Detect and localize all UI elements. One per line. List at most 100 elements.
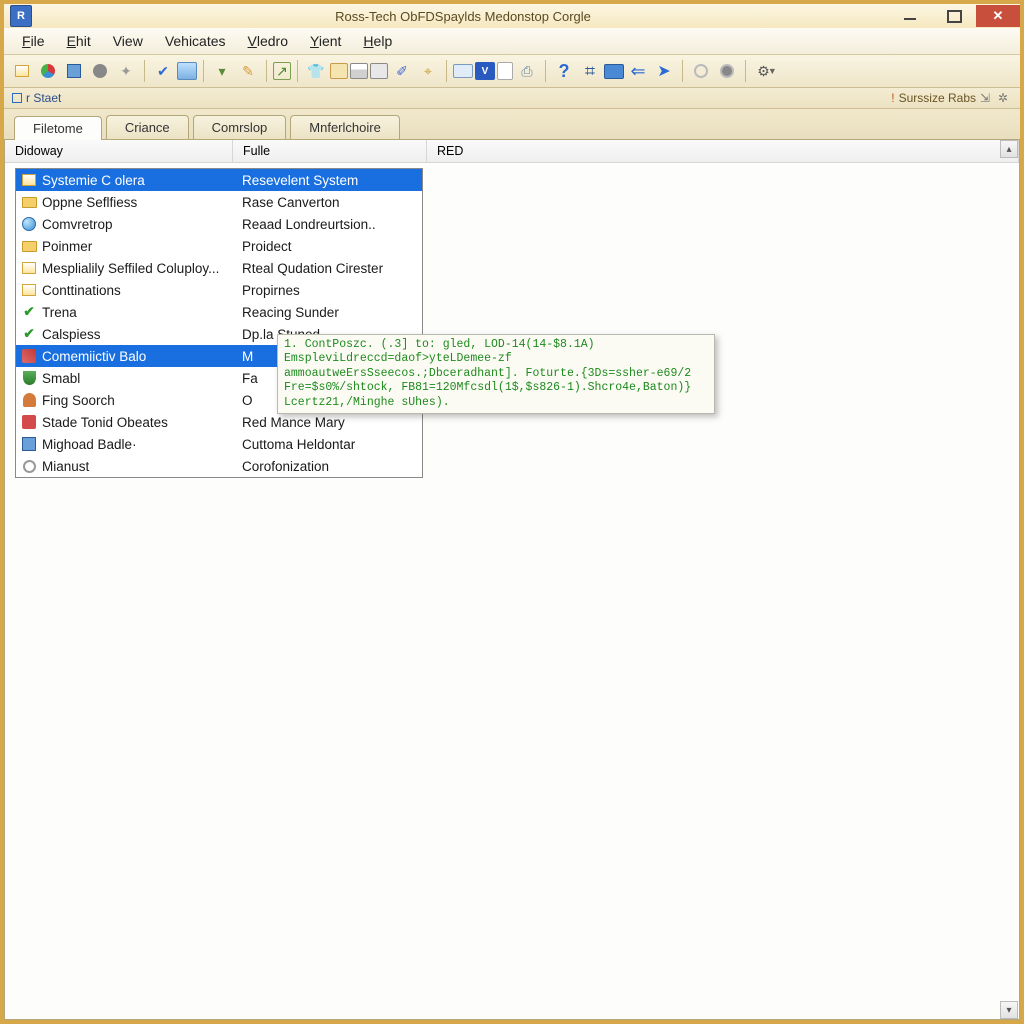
column-header-3[interactable]: RED xyxy=(427,140,1019,162)
list-item[interactable]: Systemie C oleraResevelent System xyxy=(16,169,422,191)
menu-file[interactable]: File xyxy=(12,31,55,51)
list-item-col1: Fing Soorch xyxy=(42,393,242,408)
menu-vehicates[interactable]: Vehicates xyxy=(155,31,236,51)
menu-yient[interactable]: Yient xyxy=(300,31,351,51)
shirt-icon[interactable]: 👕 xyxy=(304,59,328,83)
list-item[interactable]: Stade Tonid ObeatesRed Mance Mary xyxy=(16,411,422,433)
ring-icon xyxy=(20,458,38,474)
list-item-col1: Calspiess xyxy=(42,327,242,342)
list-item[interactable]: ✔TrenaReacing Sunder xyxy=(16,301,422,323)
record-off-icon[interactable] xyxy=(689,59,713,83)
goto-icon[interactable]: ↗ xyxy=(273,62,291,80)
column-header-1[interactable]: Didoway xyxy=(5,140,233,162)
menu-help[interactable]: Help xyxy=(353,31,402,51)
question-icon[interactable]: ? xyxy=(552,59,576,83)
edit-icon[interactable]: ✐ xyxy=(390,59,414,83)
tab-filetome[interactable]: Filetome xyxy=(14,116,102,140)
list-item-col1: Oppne Seflfiess xyxy=(42,195,242,210)
item-list: Systemie C oleraResevelent SystemOppne S… xyxy=(15,168,423,478)
panel-icon[interactable] xyxy=(370,63,388,79)
menu-edit[interactable]: Ehit xyxy=(57,31,101,51)
monitor-icon[interactable] xyxy=(604,64,624,79)
list-item-col2: Reaad Londreurtsion.. xyxy=(242,217,422,232)
card-icon[interactable] xyxy=(453,64,473,78)
export-icon[interactable]: ⎙ xyxy=(515,59,539,83)
minimize-button[interactable] xyxy=(888,5,932,27)
list-item-col2: Cuttoma Heldontar xyxy=(242,437,422,452)
collapse-icon[interactable]: ⇲ xyxy=(980,91,994,105)
list-item-col2: Reacing Sunder xyxy=(242,305,422,320)
list-item-col1: Smabl xyxy=(42,371,242,386)
tab-comrslop[interactable]: Comrslop xyxy=(193,115,287,139)
list-item-col1: Stade Tonid Obeates xyxy=(42,415,242,430)
page-icon xyxy=(20,260,38,276)
list-item[interactable]: Mighoad Badle·Cuttoma Heldontar xyxy=(16,433,422,455)
list-item-col1: Trena xyxy=(42,305,242,320)
toolbar: ✦ ✔ ▾ ✎ ↗ 👕 ✐ ⌖ V ⎙ ? ⌗ ⇐ ➤ ⚙▼ xyxy=(4,55,1020,88)
menu-view[interactable]: View xyxy=(103,31,153,51)
window-titlebar: R Ross-Tech ObFDSpaylds Medonstop Corgle xyxy=(4,4,1020,28)
puzzle-icon xyxy=(20,414,38,430)
list-item-col1: Comvretrop xyxy=(42,217,242,232)
app-icon: R xyxy=(10,5,32,27)
list-item[interactable]: ConttinationsPropirnes xyxy=(16,279,422,301)
tab-mnferlchoire[interactable]: Mnferlchoire xyxy=(290,115,400,139)
window-controls xyxy=(888,5,1020,27)
sub-status-bar: r Staet ! Surssize Rabs ⇲ ✲ xyxy=(4,88,1020,109)
list-item[interactable]: Mesplialily Seffiled Coluploy...Rteal Qu… xyxy=(16,257,422,279)
list-item-col1: Conttinations xyxy=(42,283,242,298)
list-item-col2: Rteal Qudation Cirester xyxy=(242,261,422,276)
check-icon[interactable]: ✔ xyxy=(151,59,175,83)
maximize-button[interactable] xyxy=(932,5,976,27)
folder-icon xyxy=(20,194,38,210)
column-headers: Didoway Fulle RED xyxy=(5,140,1019,163)
send-icon[interactable]: ➤ xyxy=(652,59,676,83)
plugin-icon[interactable]: ✦ xyxy=(114,59,138,83)
calendar-icon[interactable] xyxy=(350,63,368,79)
vcds-icon[interactable]: V xyxy=(475,62,495,80)
arrow-left-icon[interactable]: ⇐ xyxy=(626,59,650,83)
chip-icon[interactable] xyxy=(62,59,86,83)
scroll-down-button[interactable]: ▾ xyxy=(1000,1001,1018,1019)
doc-icon[interactable] xyxy=(497,62,513,80)
filter-icon[interactable]: ▾ xyxy=(210,59,234,83)
menu-file-label: ile xyxy=(31,33,45,49)
list-item[interactable]: MianustCorofonization xyxy=(16,455,422,477)
toolbar-separator xyxy=(144,60,145,82)
list-item-col1: Mianust xyxy=(42,459,242,474)
list-item[interactable]: PoinmerProidect xyxy=(16,235,422,257)
list-item-col1: Poinmer xyxy=(42,239,242,254)
scroll-up-button[interactable]: ▴ xyxy=(1000,140,1018,158)
list-item[interactable]: ComvretropReaad Londreurtsion.. xyxy=(16,213,422,235)
column-header-2[interactable]: Fulle xyxy=(233,140,427,162)
record-on-icon[interactable] xyxy=(715,59,739,83)
chip-icon xyxy=(20,436,38,452)
pie-chart-icon[interactable] xyxy=(36,59,60,83)
pencil-icon[interactable]: ✎ xyxy=(236,59,260,83)
list-item[interactable]: Oppne SeflfiessRase Canverton xyxy=(16,191,422,213)
globe-icon xyxy=(20,216,38,232)
gear-wheel-icon[interactable] xyxy=(88,59,112,83)
new-doc-icon[interactable] xyxy=(10,59,34,83)
tab-strip: Filetome Criance Comrslop Mnferlchoire xyxy=(4,109,1020,140)
list-item-col2: Rase Canverton xyxy=(242,195,422,210)
compass-icon[interactable]: ⌖ xyxy=(416,59,440,83)
settings-dropdown-icon[interactable]: ⚙▼ xyxy=(752,59,782,83)
tool-icon xyxy=(20,348,38,364)
list-item-col2: Proidect xyxy=(242,239,422,254)
window-icon[interactable] xyxy=(330,63,348,79)
toolbar-separator xyxy=(745,60,746,82)
window-title: Ross-Tech ObFDSpaylds Medonstop Corgle xyxy=(38,9,888,24)
list-item-col2: Red Mance Mary xyxy=(242,415,422,430)
page-icon xyxy=(20,172,38,188)
menu-vledro[interactable]: Vledro xyxy=(238,31,298,51)
close-button[interactable] xyxy=(976,5,1020,27)
list-item-col2: Corofonization xyxy=(242,459,422,474)
options-icon[interactable]: ✲ xyxy=(998,91,1012,105)
page-icon xyxy=(20,282,38,298)
tab-criance[interactable]: Criance xyxy=(106,115,189,139)
grid-icon[interactable]: ⌗ xyxy=(578,59,602,83)
status-marker-icon xyxy=(12,93,22,103)
picture-icon[interactable] xyxy=(177,62,197,80)
folder-icon xyxy=(20,238,38,254)
